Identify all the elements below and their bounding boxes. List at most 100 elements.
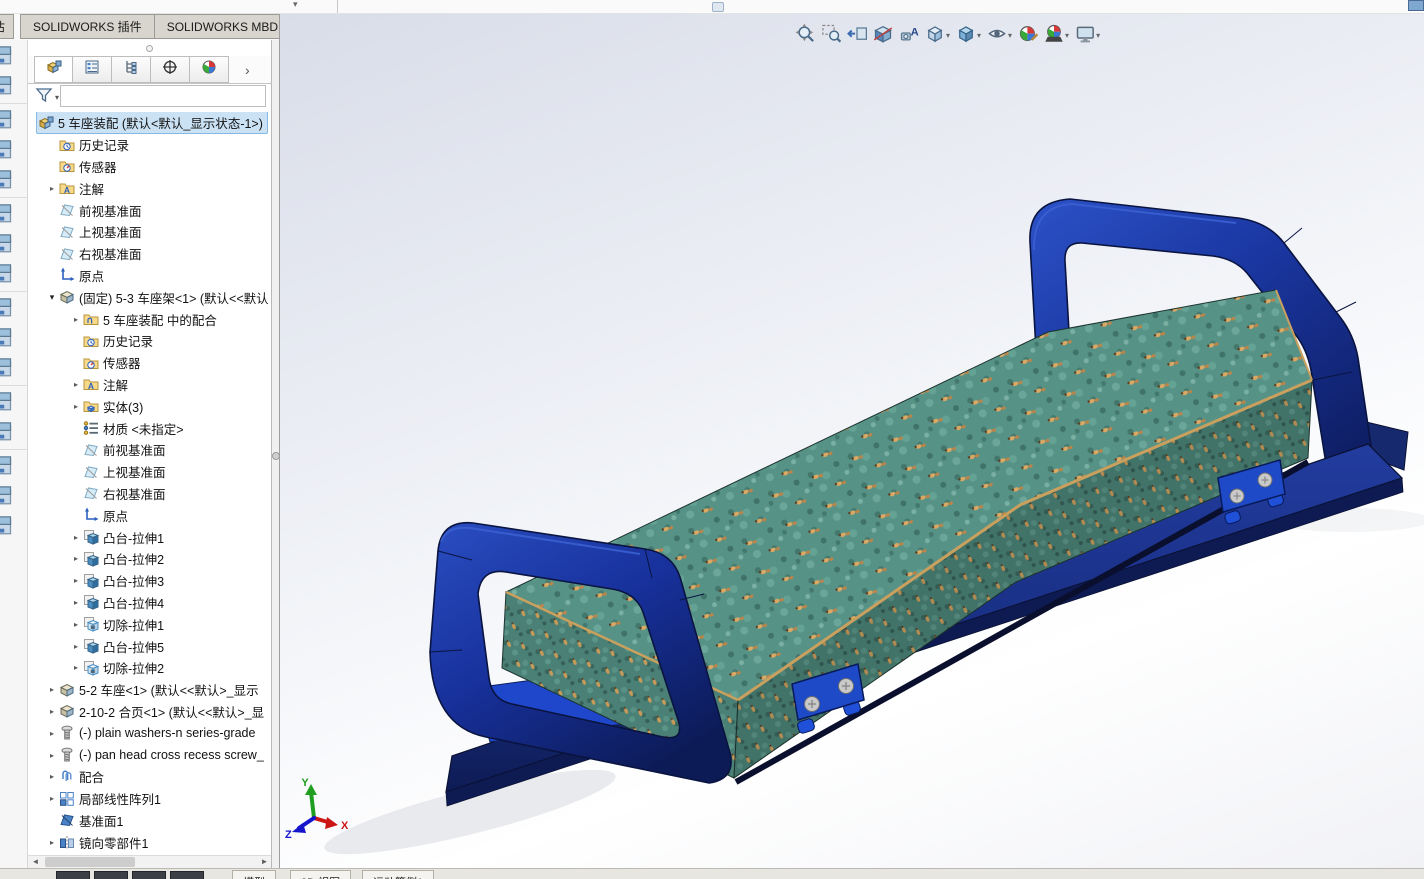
taskbar-thumbnail[interactable] <box>170 871 204 879</box>
scroll-thumb[interactable] <box>45 857 135 867</box>
tree-filter-input[interactable] <box>60 85 266 107</box>
tree-item[interactable]: 右视基准面 <box>28 243 271 265</box>
expand-arrow[interactable]: ▾ <box>46 292 58 303</box>
expand-arrow[interactable]: ▸ <box>70 315 82 324</box>
assembly-toolbar-icon-3[interactable] <box>0 107 27 134</box>
panel-tabs-expand-button[interactable]: › <box>245 56 250 83</box>
tree-item[interactable]: 历史记录 <box>28 134 271 156</box>
view-orientation-button[interactable]: ▾ <box>922 21 953 50</box>
tree-item[interactable]: 5 车座装配 (默认<默认_显示状态-1>) <box>28 112 271 134</box>
chevron-down-icon[interactable]: ▾ <box>1008 31 1012 40</box>
assembly-toolbar-icon-16[interactable] <box>0 513 27 540</box>
assembly-toolbar-icon-7[interactable] <box>0 231 27 258</box>
tree-item[interactable]: ▸ (-) plain washers-n series-grade <box>28 722 271 744</box>
tree-item[interactable]: ▸ 5-2 车座<1> (默认<<默认>_显示 <box>28 679 271 701</box>
edit-appearance-button[interactable] <box>1015 21 1041 50</box>
scroll-right-button[interactable]: ► <box>258 856 271 868</box>
tree-item[interactable]: ▸ 镜向零部件1 <box>28 831 271 853</box>
tree-item[interactable]: ▸ 凸台-拉伸4 <box>28 592 271 614</box>
tree-item[interactable]: ▸ 凸台-拉伸2 <box>28 548 271 570</box>
assembly-toolbar-icon-4[interactable] <box>0 137 27 164</box>
tree-item[interactable]: 右视基准面 <box>28 483 271 505</box>
bench-model[interactable]: Y X Z <box>285 198 1424 868</box>
assembly-toolbar-icon-13[interactable] <box>0 419 27 446</box>
tree-item[interactable]: ▸ A 注解 <box>28 177 271 199</box>
chevron-down-icon[interactable]: ▾ <box>293 0 298 10</box>
expand-arrow[interactable]: ▸ <box>46 184 58 193</box>
expand-arrow[interactable]: ▸ <box>46 751 58 760</box>
tab-3d-views[interactable]: 3D 视图 <box>290 870 352 879</box>
expand-arrow[interactable]: ▸ <box>70 533 82 542</box>
assembly-toolbar-icon-10[interactable] <box>0 325 27 352</box>
tree-item[interactable]: ▸ 配合 <box>28 766 271 788</box>
assembly-toolbar-icon-8[interactable] <box>0 261 27 288</box>
display-style-button[interactable]: ▾ <box>953 21 984 50</box>
model-scene[interactable]: Y X Z <box>280 14 1424 868</box>
assembly-toolbar-icon-1[interactable] <box>0 43 27 70</box>
expand-arrow[interactable]: ▸ <box>46 729 58 738</box>
tree-item[interactable]: 原点 <box>28 265 271 287</box>
tree-item[interactable]: ▸ 实体(3) <box>28 395 271 417</box>
assembly-toolbar-icon-12[interactable] <box>0 389 27 416</box>
assembly-toolbar-icon-6[interactable] <box>0 201 27 228</box>
graphics-area[interactable]: Y X Z A ▾ ▾ ▾ ▾ ▾ <box>280 14 1424 868</box>
view-settings-button[interactable]: ▾ <box>1072 21 1103 50</box>
tab-motion-study[interactable]: 运动算例1 <box>362 870 435 879</box>
assembly-toolbar-icon-15[interactable] <box>0 483 27 510</box>
tree-item[interactable]: ▸ 2-10-2 合页<1> (默认<<默认>_显 <box>28 701 271 723</box>
chevron-down-icon[interactable]: ▾ <box>1096 31 1100 40</box>
tab-evaluate-partial[interactable]: 估 <box>0 14 14 39</box>
tree-item[interactable]: ▸ 凸台-拉伸1 <box>28 526 271 548</box>
previous-view-button[interactable] <box>844 21 870 50</box>
dynamic-annotation-views-button[interactable]: A <box>896 21 922 50</box>
tree-item[interactable]: 上视基准面 <box>28 221 271 243</box>
zoom-to-area-button[interactable] <box>818 21 844 50</box>
section-view-button[interactable] <box>870 21 896 50</box>
tab-model[interactable]: 模型 <box>232 870 276 879</box>
expand-arrow[interactable]: ▸ <box>46 838 58 847</box>
tree-item[interactable]: 前视基准面 <box>28 439 271 461</box>
expand-arrow[interactable]: ▸ <box>70 380 82 389</box>
manager-tab-dimxpertmanager[interactable] <box>151 56 190 83</box>
panel-grip[interactable] <box>146 45 153 52</box>
panel-splitter[interactable] <box>279 14 280 868</box>
zoom-to-fit-button[interactable] <box>792 21 818 50</box>
tree-item[interactable]: ▸ 局部线性阵列1 <box>28 788 271 810</box>
manager-tab-propertymanager[interactable] <box>73 56 112 83</box>
expand-arrow[interactable]: ▸ <box>70 642 82 651</box>
assembly-toolbar-icon-11[interactable] <box>0 355 27 382</box>
manager-tab-configurationmanager[interactable] <box>112 56 151 83</box>
expand-arrow[interactable]: ▸ <box>70 663 82 672</box>
tab-solidworks-addins[interactable]: SOLIDWORKS 插件 <box>20 14 155 39</box>
manager-tab-featuremanager-design-tree[interactable] <box>34 56 73 83</box>
chevron-down-icon[interactable]: ▾ <box>946 31 950 40</box>
expand-arrow[interactable]: ▸ <box>70 620 82 629</box>
taskbar-thumbnail[interactable] <box>94 871 128 879</box>
assembly-toolbar-icon-14[interactable] <box>0 453 27 480</box>
assembly-toolbar-icon-5[interactable] <box>0 167 27 194</box>
tree-item[interactable]: ▸ A 注解 <box>28 374 271 396</box>
tree-item[interactable]: ▸ 切除-拉伸2 <box>28 657 271 679</box>
expand-arrow[interactable]: ▸ <box>46 685 58 694</box>
tree-item[interactable]: ▾ (固定) 5-3 车座架<1> (默认<<默认 <box>28 286 271 308</box>
tree-item[interactable]: 前视基准面 <box>28 199 271 221</box>
expand-arrow[interactable]: ▸ <box>70 402 82 411</box>
tree-item[interactable]: ▸ 凸台-拉伸3 <box>28 570 271 592</box>
tree-item[interactable]: 基准面1 <box>28 810 271 832</box>
expand-arrow[interactable]: ▸ <box>70 598 82 607</box>
assembly-toolbar-icon-9[interactable] <box>0 295 27 322</box>
tree-item[interactable]: ▸ 凸台-拉伸5 <box>28 635 271 657</box>
expand-arrow[interactable]: ▸ <box>46 707 58 716</box>
tree-item[interactable]: 原点 <box>28 504 271 526</box>
hide-show-items-button[interactable]: ▾ <box>984 21 1015 50</box>
assembly-toolbar-icon-2[interactable] <box>0 73 27 100</box>
expand-arrow[interactable]: ▸ <box>70 554 82 563</box>
tree-item[interactable]: 传感器 <box>28 352 271 374</box>
tree-item[interactable]: 历史记录 <box>28 330 271 352</box>
apply-scene-button[interactable]: ▾ <box>1041 21 1072 50</box>
splitter-handle[interactable] <box>272 452 280 460</box>
chevron-down-icon[interactable]: ▾ <box>977 31 981 40</box>
taskbar-thumbnail[interactable] <box>132 871 166 879</box>
expand-arrow[interactable]: ▸ <box>46 794 58 803</box>
tree-item[interactable]: ▸ 切除-拉伸1 <box>28 613 271 635</box>
